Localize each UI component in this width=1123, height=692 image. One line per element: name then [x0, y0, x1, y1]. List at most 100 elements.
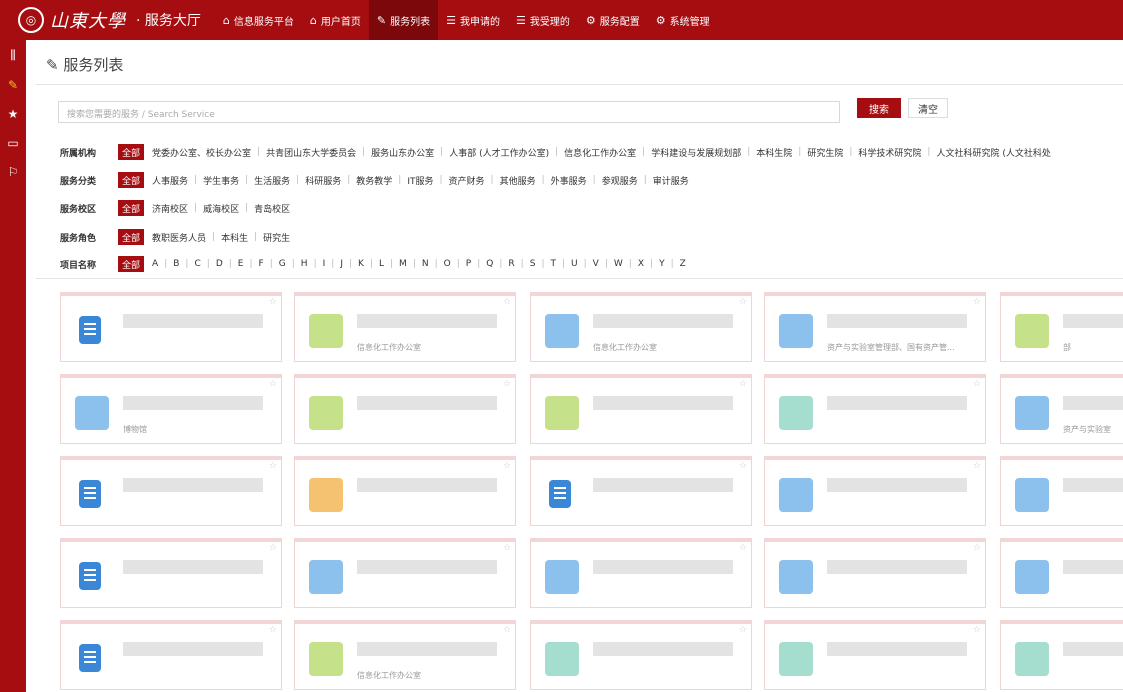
favorite-star-icon[interactable]: ☆ [739, 297, 747, 307]
nav-item-4[interactable]: ☰ 我受理的 [508, 0, 578, 40]
filter-option[interactable]: R [508, 259, 514, 269]
filter-all-button[interactable]: 全部 [118, 229, 145, 245]
service-card[interactable]: ☆资产与实验室 [1000, 374, 1123, 444]
service-card[interactable]: ☆ [764, 456, 986, 526]
filter-option[interactable]: 信息化工作办公室 [564, 146, 636, 159]
filter-option[interactable]: 研究生院 [807, 146, 843, 159]
service-card[interactable]: ☆ [530, 456, 752, 526]
service-card[interactable]: ☆ [60, 456, 282, 526]
favorite-star-icon[interactable]: ☆ [739, 379, 747, 389]
filter-option[interactable]: 外事服务 [551, 174, 587, 187]
service-card[interactable]: ☆ 信息化工作办公室 [294, 620, 516, 690]
favorite-star-icon[interactable]: ☆ [973, 625, 981, 635]
filter-all-button[interactable]: 全部 [118, 144, 145, 160]
favorite-star-icon[interactable]: ☆ [269, 625, 277, 635]
filter-all-button[interactable]: 全部 [118, 172, 145, 188]
edit-icon[interactable]: ✎ [4, 78, 22, 92]
filter-option[interactable]: G [279, 259, 286, 269]
service-card[interactable]: ☆ [1000, 620, 1123, 690]
filter-option[interactable]: IT服务 [407, 174, 433, 187]
favorite-star-icon[interactable]: ☆ [739, 461, 747, 471]
favorite-star-icon[interactable]: ☆ [269, 543, 277, 553]
folder-icon[interactable]: ▭ [4, 136, 22, 150]
filter-option[interactable]: 教务教学 [356, 174, 392, 187]
filter-option[interactable]: 其他服务 [500, 174, 536, 187]
filter-option[interactable]: 参观服务 [602, 174, 638, 187]
filter-option[interactable]: 资产财务 [449, 174, 485, 187]
favorite-star-icon[interactable]: ☆ [973, 543, 981, 553]
filter-option[interactable]: 党委办公室、校长办公室 [152, 146, 251, 159]
filter-option[interactable]: 济南校区 [152, 202, 188, 215]
filter-option[interactable]: O [444, 259, 451, 269]
service-card[interactable]: ☆ [764, 620, 986, 690]
favorite-star-icon[interactable]: ☆ [973, 297, 981, 307]
nav-item-0[interactable]: ⌂ 信息服务平台 [215, 0, 302, 40]
filter-option[interactable]: I [323, 259, 326, 269]
service-card[interactable]: ☆部 [1000, 292, 1123, 362]
filter-option[interactable]: U [571, 259, 578, 269]
service-card[interactable]: ☆ [60, 292, 282, 362]
service-card[interactable]: ☆ [530, 374, 752, 444]
collapse-sidebar-icon[interactable]: ⫼ [4, 48, 22, 63]
hall-title[interactable]: · 服务大厅 [136, 10, 201, 30]
filter-option[interactable]: 审计服务 [653, 174, 689, 187]
filter-option[interactable]: M [399, 259, 407, 269]
nav-item-5[interactable]: ⚙ 服务配置 [578, 0, 648, 40]
filter-option[interactable]: C [194, 259, 200, 269]
filter-option[interactable]: 共青团山东大学委员会 [266, 146, 356, 159]
nav-item-6[interactable]: ⚙ 系统管理 [648, 0, 718, 40]
filter-all-button[interactable]: 全部 [118, 256, 145, 272]
service-card[interactable]: ☆ [1000, 538, 1123, 608]
service-card[interactable]: ☆ [764, 538, 986, 608]
favorite-star-icon[interactable]: ☆ [269, 379, 277, 389]
flag-icon[interactable]: ⚐ [4, 165, 22, 179]
filter-option[interactable]: S [530, 259, 536, 269]
favorite-star-icon[interactable]: ☆ [739, 543, 747, 553]
service-card[interactable]: ☆ [60, 620, 282, 690]
filter-option[interactable]: E [238, 259, 244, 269]
filter-option[interactable]: 青岛校区 [254, 202, 290, 215]
filter-option[interactable]: Y [659, 259, 665, 269]
filter-option[interactable]: P [466, 259, 471, 269]
favorite-star-icon[interactable]: ☆ [269, 297, 277, 307]
service-card[interactable]: ☆ [530, 538, 752, 608]
filter-option[interactable]: V [593, 259, 599, 269]
filter-option[interactable]: L [379, 259, 384, 269]
filter-option[interactable]: X [638, 259, 644, 269]
favorite-star-icon[interactable]: ☆ [503, 461, 511, 471]
filter-option[interactable]: K [358, 259, 364, 269]
nav-item-2[interactable]: ✎ 服务列表 [368, 0, 439, 40]
service-card[interactable]: ☆ [1000, 456, 1123, 526]
service-card[interactable]: ☆ 信息化工作办公室 [294, 292, 516, 362]
filter-option[interactable]: D [216, 259, 223, 269]
service-card[interactable]: ☆ 资产与实验室管理部、国有资产管... [764, 292, 986, 362]
search-button[interactable]: 搜索 [857, 98, 901, 118]
filter-option[interactable]: 研究生 [263, 231, 290, 244]
favorite-star-icon[interactable]: ☆ [973, 461, 981, 471]
service-card[interactable]: ☆ 信息化工作办公室 [530, 292, 752, 362]
filter-option[interactable]: 人事部 (人才工作办公室) [449, 146, 549, 159]
filter-option[interactable]: Z [680, 259, 686, 269]
service-card[interactable]: ☆ [294, 374, 516, 444]
filter-option[interactable]: 科研服务 [305, 174, 341, 187]
service-card[interactable]: ☆ [530, 620, 752, 690]
service-card[interactable]: ☆ 博物馆 [60, 374, 282, 444]
clear-button[interactable]: 清空 [908, 98, 948, 118]
service-card[interactable]: ☆ [294, 456, 516, 526]
star-icon[interactable]: ★ [4, 107, 22, 121]
favorite-star-icon[interactable]: ☆ [973, 379, 981, 389]
filter-option[interactable]: 教职医务人员 [152, 231, 206, 244]
search-input[interactable]: 搜索您需要的服务 / Search Service [58, 101, 840, 123]
filter-option[interactable]: A [152, 259, 158, 269]
filter-option[interactable]: F [259, 259, 264, 269]
filter-option[interactable]: H [301, 259, 308, 269]
filter-option[interactable]: 科学技术研究院 [858, 146, 921, 159]
service-card[interactable]: ☆ [60, 538, 282, 608]
favorite-star-icon[interactable]: ☆ [739, 625, 747, 635]
nav-item-1[interactable]: ⌂ 用户首页 [302, 0, 369, 40]
favorite-star-icon[interactable]: ☆ [503, 297, 511, 307]
filter-option[interactable]: 本科生院 [756, 146, 792, 159]
favorite-star-icon[interactable]: ☆ [269, 461, 277, 471]
filter-option[interactable]: 本科生 [221, 231, 248, 244]
filter-option[interactable]: Q [486, 259, 493, 269]
